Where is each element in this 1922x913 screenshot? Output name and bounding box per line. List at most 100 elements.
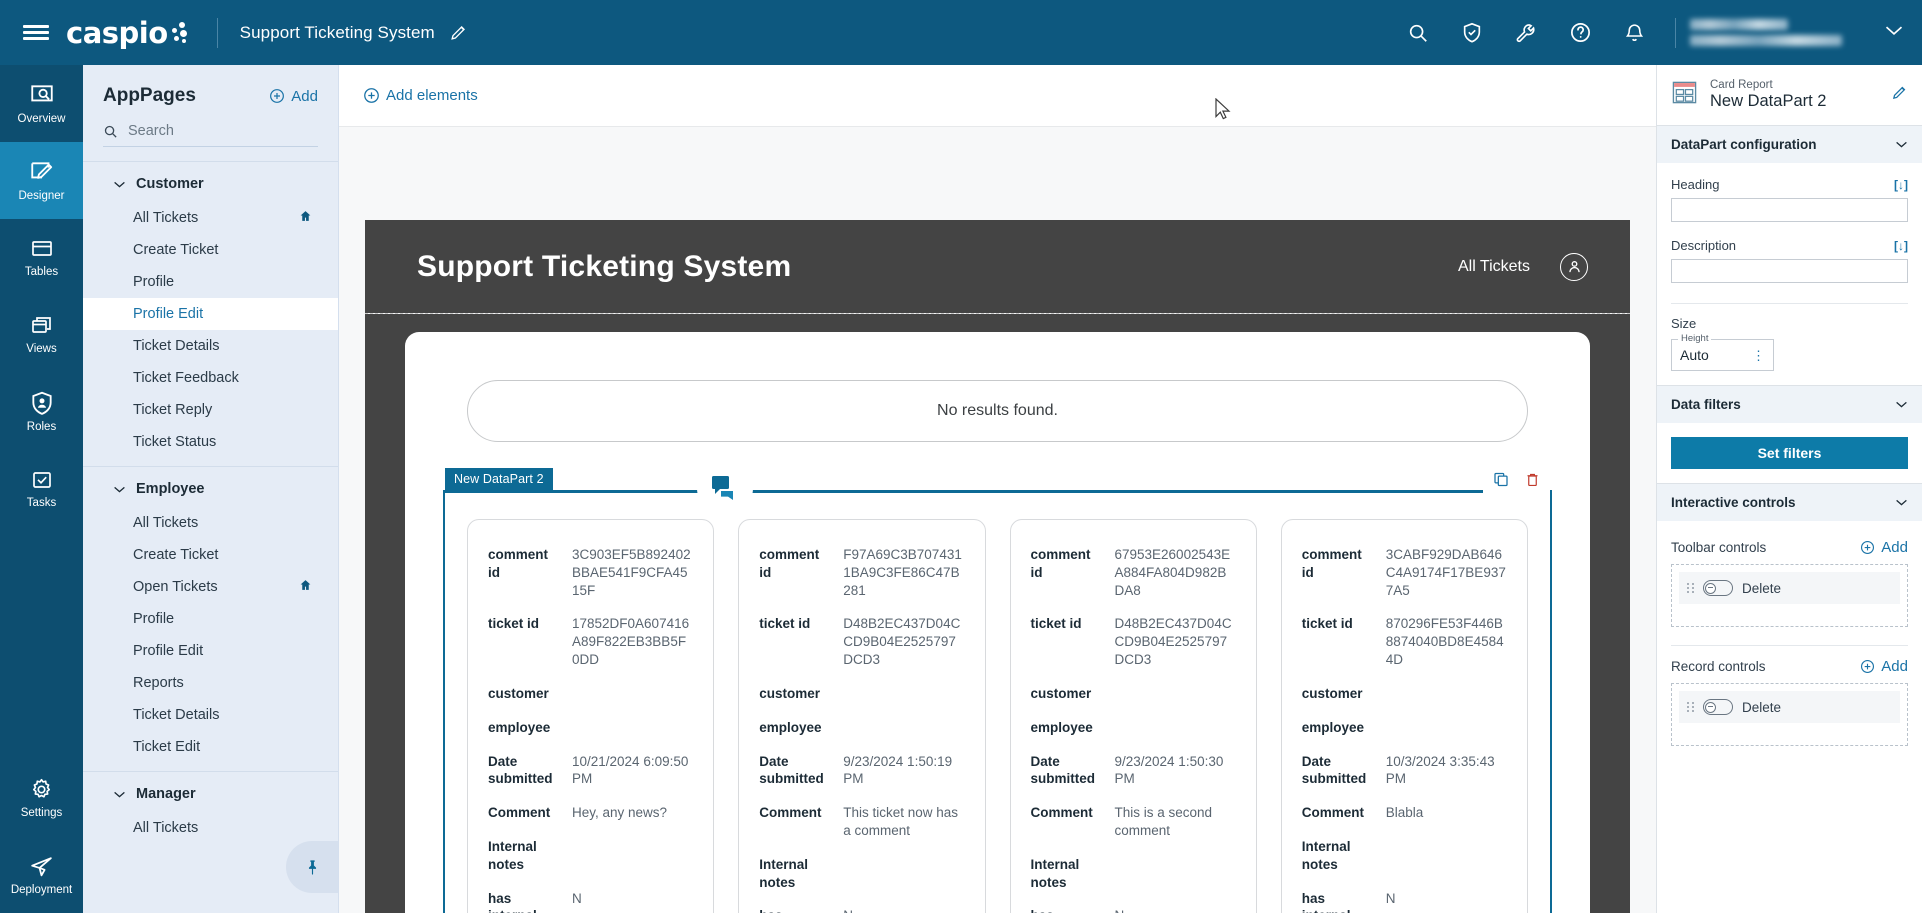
toolbar-control-delete[interactable]: Delete bbox=[1679, 572, 1900, 604]
page-item-all-tickets[interactable]: All Tickets bbox=[83, 202, 338, 234]
hamburger-menu-icon[interactable] bbox=[0, 22, 72, 44]
field-value: D48B2EC437D04CCD9B04E2525797DCD3 bbox=[843, 615, 964, 668]
page-item-mgr-all-tickets[interactable]: All Tickets bbox=[83, 812, 338, 844]
page-item-emp-create-ticket[interactable]: Create Ticket bbox=[83, 539, 338, 571]
wrench-icon[interactable] bbox=[1505, 12, 1547, 54]
description-input[interactable] bbox=[1671, 259, 1908, 283]
search-icon[interactable] bbox=[1397, 12, 1439, 54]
pencil-icon[interactable] bbox=[1891, 84, 1908, 106]
add-elements-button[interactable]: Add elements bbox=[363, 87, 478, 104]
field-label: employee bbox=[1031, 719, 1103, 737]
user-circle-icon[interactable] bbox=[1560, 253, 1588, 281]
add-label: Add bbox=[1881, 539, 1908, 556]
rail-item-designer[interactable]: Designer bbox=[0, 142, 83, 219]
page-item-emp-profile[interactable]: Profile bbox=[83, 603, 338, 635]
add-record-control-button[interactable]: Add bbox=[1860, 658, 1908, 675]
group-header-customer[interactable]: Customer bbox=[83, 162, 338, 202]
field-ticket-id: ticket id 17852DF0A607416A89F822EB3BB5F0… bbox=[488, 615, 693, 668]
insert-field-icon[interactable]: [↓] bbox=[1894, 239, 1908, 253]
add-page-button[interactable]: Add bbox=[269, 88, 318, 105]
record-controls-dropzone[interactable]: Delete bbox=[1671, 683, 1908, 746]
caspio-logo[interactable]: caspio bbox=[66, 16, 191, 50]
plus-circle-icon bbox=[1860, 540, 1875, 555]
group-header-employee[interactable]: Employee bbox=[83, 467, 338, 507]
field-value: Blabla bbox=[1386, 804, 1507, 822]
page-item-emp-ticket-edit[interactable]: Ticket Edit bbox=[83, 731, 338, 763]
preview-nav-link-all-tickets[interactable]: All Tickets bbox=[1458, 258, 1530, 276]
pencil-icon[interactable] bbox=[449, 23, 468, 42]
field-customer: customer bbox=[1031, 685, 1236, 703]
datapart-card-report[interactable]: comment id 3C903EF5B892402BBAE541F9CFA45… bbox=[443, 490, 1552, 913]
copy-icon[interactable] bbox=[1493, 471, 1509, 493]
page-item-emp-all-tickets[interactable]: All Tickets bbox=[83, 507, 338, 539]
page-label: Open Tickets bbox=[133, 579, 218, 595]
drag-handle-icon[interactable] bbox=[1687, 702, 1694, 712]
page-item-emp-profile-edit[interactable]: Profile Edit bbox=[83, 635, 338, 667]
page-item-emp-reports[interactable]: Reports bbox=[83, 667, 338, 699]
section-title: Data filters bbox=[1671, 397, 1741, 412]
section-interactive-controls[interactable]: Interactive controls bbox=[1657, 483, 1922, 521]
field-value: 870296FE53F446B8874040BD8E45844D bbox=[1386, 615, 1507, 668]
page-item-ticket-reply[interactable]: Ticket Reply bbox=[83, 394, 338, 426]
page-label: Ticket Reply bbox=[133, 402, 212, 418]
toolbar-controls-dropzone[interactable]: Delete bbox=[1671, 564, 1908, 627]
section-datapart-configuration[interactable]: DataPart configuration bbox=[1657, 125, 1922, 163]
page-item-ticket-feedback[interactable]: Ticket Feedback bbox=[83, 362, 338, 394]
add-toolbar-control-button[interactable]: Add bbox=[1860, 539, 1908, 556]
chevron-down-icon[interactable] bbox=[1884, 24, 1904, 42]
canvas-toolbar: Add elements bbox=[339, 65, 1656, 127]
record-card[interactable]: comment id 3CABF929DAB646C4A9174F17BE937… bbox=[1281, 519, 1528, 913]
help-circle-icon[interactable] bbox=[1559, 12, 1601, 54]
page-label: Create Ticket bbox=[133, 547, 218, 563]
page-item-profile-edit[interactable]: Profile Edit bbox=[83, 298, 338, 330]
toggle-switch[interactable] bbox=[1703, 699, 1733, 715]
page-item-emp-open-tickets[interactable]: Open Tickets bbox=[83, 571, 338, 603]
rail-item-views[interactable]: Views bbox=[0, 296, 83, 373]
heading-input[interactable] bbox=[1671, 198, 1908, 222]
page-label: Reports bbox=[133, 675, 184, 691]
field-date-submitted: Date submitted 9/23/2024 1:50:30 PM bbox=[1031, 753, 1236, 789]
insert-field-icon[interactable]: [↓] bbox=[1894, 178, 1908, 192]
rail-item-overview[interactable]: Overview bbox=[0, 65, 83, 142]
rail-label: Tables bbox=[25, 266, 58, 278]
page-item-emp-ticket-details[interactable]: Ticket Details bbox=[83, 699, 338, 731]
record-card[interactable]: comment id 3C903EF5B892402BBAE541F9CFA45… bbox=[467, 519, 714, 913]
header-divider bbox=[217, 18, 218, 48]
rail-item-tables[interactable]: Tables bbox=[0, 219, 83, 296]
bell-icon[interactable] bbox=[1613, 12, 1655, 54]
trash-icon[interactable] bbox=[1525, 471, 1540, 493]
page-item-ticket-details[interactable]: Ticket Details bbox=[83, 330, 338, 362]
canvas-viewport[interactable]: Support Ticketing System All Tickets No … bbox=[339, 127, 1656, 913]
page-item-create-ticket[interactable]: Create Ticket bbox=[83, 234, 338, 266]
drag-handle-icon[interactable] bbox=[1687, 583, 1694, 593]
panel-divider bbox=[1671, 303, 1908, 304]
more-vertical-icon[interactable]: ⋮ bbox=[1752, 349, 1765, 362]
section-data-filters[interactable]: Data filters bbox=[1657, 385, 1922, 423]
datapart-badge[interactable]: New DataPart 2 bbox=[445, 468, 553, 491]
rail-item-deployment[interactable]: Deployment bbox=[0, 836, 83, 913]
page-item-profile[interactable]: Profile bbox=[83, 266, 338, 298]
record-card[interactable]: comment id 67953E26002543EA884FA804D982B… bbox=[1010, 519, 1257, 913]
rail-item-tasks[interactable]: Tasks bbox=[0, 450, 83, 527]
search-input[interactable]: Search bbox=[103, 123, 318, 147]
shield-check-icon[interactable] bbox=[1451, 12, 1493, 54]
record-controls-label: Record controls bbox=[1671, 659, 1766, 674]
logo-dots-icon bbox=[171, 20, 191, 46]
group-header-manager[interactable]: Manager bbox=[83, 772, 338, 812]
height-select[interactable]: Height Auto ⋮ bbox=[1671, 339, 1774, 371]
rail-item-roles[interactable]: Roles bbox=[0, 373, 83, 450]
user-name-redacted bbox=[1690, 19, 1842, 46]
field-label: Comment bbox=[488, 804, 560, 822]
rail-item-settings[interactable]: Settings bbox=[0, 759, 83, 836]
data-filters-body: Set filters bbox=[1657, 423, 1922, 483]
set-filters-button[interactable]: Set filters bbox=[1671, 437, 1908, 469]
apppages-list: Customer All Tickets Create Ticket Profi… bbox=[83, 162, 338, 862]
field-has-internal-notes: has internal notes N bbox=[488, 890, 693, 913]
page-item-ticket-status[interactable]: Ticket Status bbox=[83, 426, 338, 458]
toggle-switch[interactable] bbox=[1703, 580, 1733, 596]
record-control-delete[interactable]: Delete bbox=[1679, 691, 1900, 723]
user-account-menu[interactable] bbox=[1690, 19, 1904, 46]
comment-icon[interactable] bbox=[697, 460, 753, 516]
pin-panel-button[interactable] bbox=[286, 841, 338, 893]
record-card[interactable]: comment id F97A69C3B7074311BA9C3FE86C47B… bbox=[738, 519, 985, 913]
